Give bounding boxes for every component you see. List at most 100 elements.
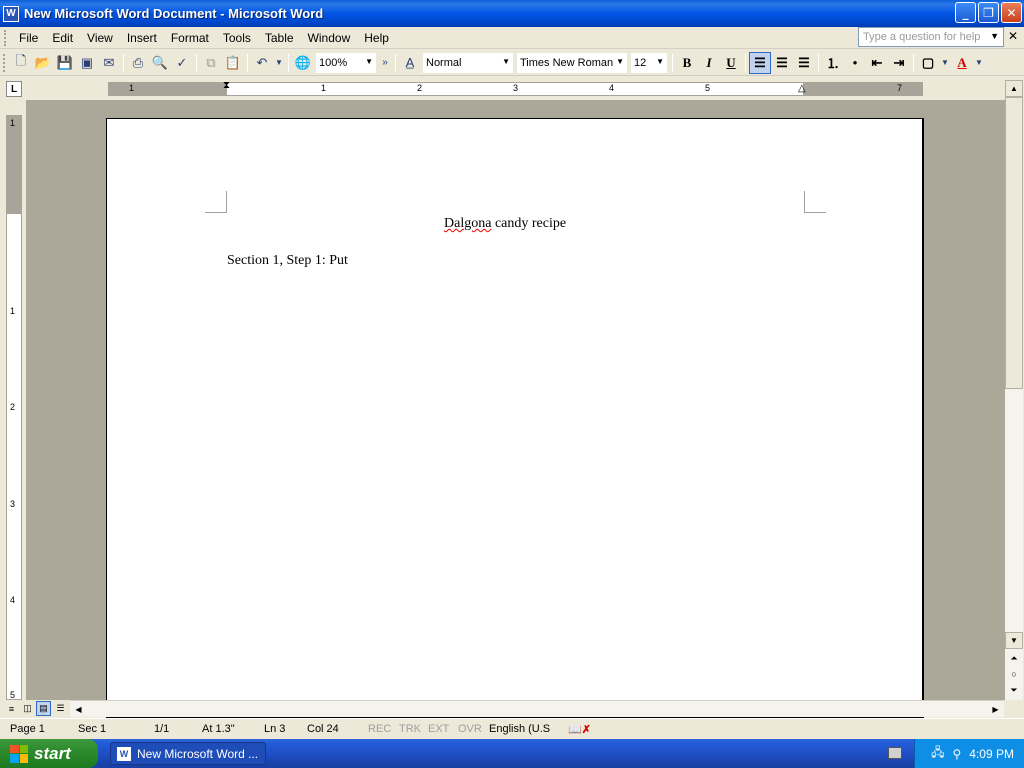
chevron-down-icon[interactable]: ▼ (940, 53, 950, 73)
scroll-left-icon[interactable]: ◀ (70, 701, 87, 718)
font-size-select[interactable]: 12 ▼ (631, 52, 667, 73)
vertical-ruler[interactable]: 1 1 2 3 4 5 (6, 115, 22, 700)
ruler-label: 1 (321, 83, 327, 93)
document-close-icon[interactable]: ✕ (1008, 29, 1018, 43)
misspelled-word[interactable]: Dalgona (444, 216, 491, 231)
scroll-thumb[interactable] (1005, 97, 1023, 389)
bold-button[interactable]: B (676, 52, 698, 74)
menu-help[interactable]: Help (357, 31, 396, 45)
undo-icon[interactable]: ↶ (252, 53, 272, 73)
menu-file[interactable]: File (12, 31, 45, 45)
next-page-icon[interactable]: ⏷ (1005, 682, 1023, 698)
font-color-icon[interactable]: A (951, 52, 973, 74)
new-document-icon[interactable]: 🗋 (11, 53, 31, 73)
word-app-icon[interactable]: W (3, 5, 19, 22)
zoom-select[interactable]: 100% ▼ (316, 52, 376, 73)
previous-page-icon[interactable]: ⏶ (1005, 650, 1023, 666)
chevron-down-icon[interactable]: ▼ (974, 53, 984, 73)
taskbar-item-word[interactable]: W New Microsoft Word ... (110, 742, 266, 765)
toolbar-options-icon[interactable]: » (379, 53, 391, 73)
decrease-indent-icon[interactable]: ⇤ (866, 52, 888, 74)
horizontal-scrollbar[interactable]: ◀ ▶ (70, 700, 1004, 717)
status-language[interactable]: English (U.S (489, 723, 550, 735)
open-folder-icon[interactable]: 📂 (33, 53, 53, 73)
print-preview-icon[interactable]: 🔍 (150, 53, 170, 73)
style-select[interactable]: Normal ▼ (423, 52, 513, 73)
permission-icon[interactable]: ▣ (77, 53, 97, 73)
status-trk[interactable]: TRK (399, 723, 421, 735)
select-browse-object-icon[interactable]: ○ (1005, 666, 1023, 682)
horizontal-ruler[interactable]: 1 1 2 3 4 5 7 ⧗ △ (108, 80, 923, 96)
status-ext[interactable]: EXT (428, 723, 449, 735)
start-label: start (34, 743, 71, 763)
keyboard-icon[interactable] (888, 747, 902, 759)
chevron-down-icon[interactable]: ▼ (656, 57, 664, 66)
help-search-input[interactable]: Type a question for help ▼ (858, 27, 1004, 47)
print-layout-icon[interactable]: ▤ (36, 701, 51, 716)
globe-icon[interactable]: 🌐 (293, 53, 313, 73)
word-icon: W (117, 746, 131, 761)
tab-selector[interactable]: L (6, 81, 22, 97)
align-right-icon[interactable]: ☰ (793, 52, 815, 74)
ruler-label: 1 (129, 83, 135, 93)
help-placeholder: Type a question for help (863, 31, 981, 43)
clock[interactable]: 4:09 PM (969, 747, 1014, 761)
close-button[interactable]: ✕ (1001, 2, 1022, 23)
chevron-down-icon[interactable]: ▼ (616, 57, 624, 66)
email-icon[interactable]: ✉ (99, 53, 119, 73)
status-ovr[interactable]: OVR (458, 723, 482, 735)
borders-icon[interactable]: ▢ (917, 52, 939, 74)
scroll-up-icon[interactable]: ▲ (1005, 80, 1023, 97)
indent-marker-icon[interactable]: ⧗ (223, 80, 230, 91)
styles-icon[interactable]: A̲ (400, 53, 420, 73)
document-page[interactable]: Dalgona candy recipe Section 1, Step 1: … (106, 118, 924, 718)
chevron-down-icon[interactable]: ▼ (990, 31, 999, 41)
align-center-icon[interactable]: ☰ (771, 52, 793, 74)
paste-icon[interactable]: 📋 (223, 53, 243, 73)
scroll-right-icon[interactable]: ▶ (987, 701, 1004, 718)
menu-insert[interactable]: Insert (120, 31, 164, 45)
status-column: Col 24 (307, 723, 339, 735)
document-paragraph[interactable]: Section 1, Step 1: Put (227, 253, 348, 269)
scroll-down-icon[interactable]: ▼ (1005, 632, 1023, 649)
menu-grip[interactable] (4, 29, 7, 46)
align-left-icon[interactable]: ☰ (749, 51, 771, 74)
print-icon[interactable]: ⎙ (128, 53, 148, 73)
increase-indent-icon[interactable]: ⇥ (888, 52, 910, 74)
maximize-button[interactable]: ❐ (978, 2, 999, 23)
menu-format[interactable]: Format (164, 31, 216, 45)
menu-view[interactable]: View (80, 31, 120, 45)
font-select[interactable]: Times New Roman ▼ (517, 52, 627, 73)
italic-button[interactable]: I (698, 52, 720, 74)
save-icon[interactable]: 💾 (55, 53, 75, 73)
undo-dropdown-icon[interactable]: ▼ (274, 53, 284, 73)
system-tray: 🖧 ⚲ 4:09 PM (914, 739, 1024, 768)
toolbar-grip[interactable] (3, 53, 6, 72)
menu-edit[interactable]: Edit (45, 31, 80, 45)
copy-icon[interactable]: ⧉ (201, 53, 221, 73)
web-layout-icon[interactable]: ◫ (20, 701, 35, 716)
ruler-label: 3 (513, 83, 519, 93)
status-rec[interactable]: REC (368, 723, 391, 735)
start-button[interactable]: start (0, 739, 98, 768)
normal-view-icon[interactable]: ≡ (4, 701, 19, 716)
network-icon[interactable]: 🖧 (931, 743, 944, 764)
search-icon[interactable]: ⚲ (953, 747, 962, 761)
ruler-label: 4 (10, 595, 16, 605)
chevron-down-icon[interactable]: ▼ (365, 57, 373, 66)
menu-window[interactable]: Window (301, 31, 358, 45)
document-heading[interactable]: Dalgona candy recipe (444, 216, 566, 232)
spelling-status-icon[interactable]: 📖✗ (568, 723, 591, 736)
menu-table[interactable]: Table (258, 31, 301, 45)
menu-tools[interactable]: Tools (216, 31, 258, 45)
vertical-scrollbar[interactable]: ▲ ▼ ⏶ ○ ⏷ (1005, 80, 1023, 700)
numbered-list-icon[interactable]: ⒈ (822, 52, 844, 74)
underline-button[interactable]: U (720, 52, 742, 74)
bulleted-list-icon[interactable]: • (844, 52, 866, 74)
outline-view-icon[interactable]: ☰ (53, 701, 68, 716)
right-indent-marker-icon[interactable]: △ (798, 83, 806, 94)
minimize-button[interactable]: _ (955, 2, 976, 23)
separator (247, 53, 248, 72)
spelling-icon[interactable]: ✓ (172, 53, 192, 73)
chevron-down-icon[interactable]: ▼ (502, 57, 510, 66)
